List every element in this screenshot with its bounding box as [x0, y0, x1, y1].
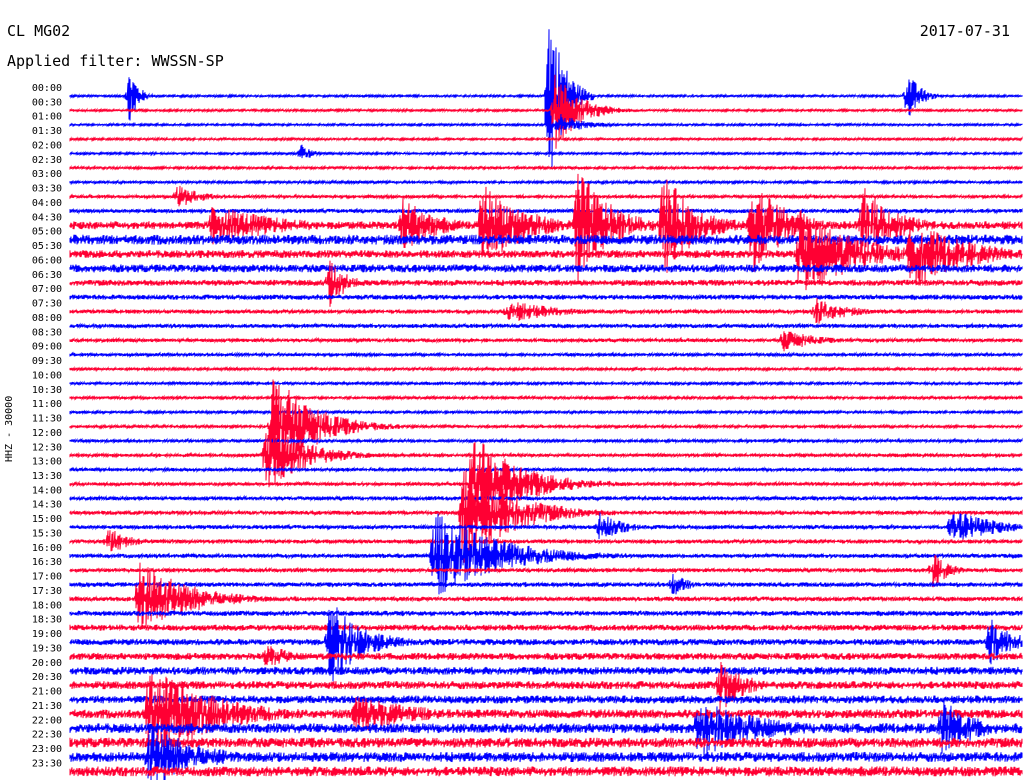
hour-label-group: 00:00 00:30 01:00 01:30 02:00 02:30 03:00 03:30… [32, 83, 62, 769]
seismic-trace [69, 351, 1023, 359]
hour-tick-label: 12:00 [32, 428, 62, 439]
hour-tick-label: 04:30 [32, 212, 62, 223]
hour-tick-label: 20:30 [32, 672, 62, 683]
seismic-trace [69, 293, 1023, 301]
hour-tick-label: 06:00 [32, 255, 62, 266]
hour-tick-label: 02:00 [32, 140, 62, 151]
hour-tick-label: 08:30 [32, 327, 62, 338]
seismic-trace [69, 322, 1023, 330]
hour-tick-label: 01:30 [32, 126, 62, 137]
hour-tick-label: 21:30 [32, 701, 62, 712]
seismic-trace [69, 530, 1023, 552]
hour-tick-label: 05:30 [32, 241, 62, 252]
seismic-trace [69, 737, 1023, 748]
seismic-trace [69, 144, 1023, 159]
seismic-trace [69, 437, 1023, 445]
seismic-trace [69, 379, 1023, 466]
hour-tick-label: 18:30 [32, 615, 62, 626]
hour-tick-label: 00:30 [32, 97, 62, 108]
seismic-trace [69, 365, 1023, 373]
hour-tick-label: 19:30 [32, 643, 62, 654]
hour-tick-label: 15:30 [32, 528, 62, 539]
hour-tick-label: 16:30 [32, 557, 62, 568]
hour-tick-label: 09:00 [32, 342, 62, 353]
hour-tick-label: 13:00 [32, 457, 62, 468]
seismic-trace [69, 700, 1023, 756]
seismic-trace [69, 666, 1023, 675]
hour-tick-label: 11:30 [32, 414, 62, 425]
trace-group [69, 29, 1023, 780]
hour-tick-label: 11:00 [32, 399, 62, 410]
seismic-trace [69, 178, 1023, 186]
hour-tick-label: 12:30 [32, 442, 62, 453]
seismic-trace [69, 164, 1023, 171]
seismic-trace [69, 573, 1023, 595]
seismic-trace [69, 136, 1023, 143]
hour-tick-label: 21:00 [32, 687, 62, 698]
seismic-trace [69, 298, 1023, 324]
hour-tick-label: 15:00 [32, 514, 62, 525]
seismic-trace [69, 394, 1023, 402]
hour-tick-label: 22:00 [32, 715, 62, 726]
hour-tick-label: 09:30 [32, 356, 62, 367]
seismic-trace [69, 562, 1023, 628]
seismic-trace [69, 185, 1023, 207]
hour-tick-label: 03:30 [32, 184, 62, 195]
seismic-trace [69, 695, 1023, 704]
hour-tick-label: 03:00 [32, 169, 62, 180]
hour-tick-label: 05:00 [32, 227, 62, 238]
seismic-trace [69, 264, 1023, 273]
hour-tick-label: 10:00 [32, 370, 62, 381]
hour-tick-label: 17:00 [32, 572, 62, 583]
hour-tick-label: 00:00 [32, 83, 62, 94]
seismic-trace [69, 466, 1023, 474]
hour-tick-label: 07:00 [32, 284, 62, 295]
hour-tick-label: 16:00 [32, 543, 62, 554]
seismic-trace [69, 554, 1023, 588]
seismic-trace [69, 609, 1023, 617]
hour-tick-label: 08:00 [32, 313, 62, 324]
hour-tick-label: 13:30 [32, 471, 62, 482]
hour-tick-label: 01:00 [32, 112, 62, 123]
hour-tick-label: 18:00 [32, 600, 62, 611]
hour-tick-label: 20:00 [32, 658, 62, 669]
hour-tick-label: 19:00 [32, 629, 62, 640]
seismic-trace [69, 380, 1023, 387]
hour-tick-label: 14:00 [32, 485, 62, 496]
hour-tick-label: 07:30 [32, 299, 62, 310]
seismic-trace [69, 427, 1023, 488]
hour-tick-label: 23:00 [32, 744, 62, 755]
hour-tick-label: 23:30 [32, 758, 62, 769]
seismic-trace [69, 29, 1023, 168]
hour-tick-label: 17:30 [32, 586, 62, 597]
hour-tick-label: 22:30 [32, 730, 62, 741]
seismic-trace [69, 623, 1023, 632]
hour-tick-label: 06:30 [32, 270, 62, 281]
seismic-trace [69, 494, 1023, 502]
hour-tick-label: 10:30 [32, 385, 62, 396]
hour-tick-label: 04:00 [32, 198, 62, 209]
hour-tick-label: 02:30 [32, 155, 62, 166]
seismic-trace [69, 766, 1023, 777]
seismic-trace [69, 408, 1023, 416]
hour-tick-label: 14:30 [32, 500, 62, 511]
seismogram-plot: 00:00 00:30 01:00 01:30 02:00 02:30 03:00 03:30… [32, 29, 1023, 780]
seismic-trace [69, 331, 1023, 352]
helicorder-view: CL MG02 Applied filter: WWSSN-SP 2017-07… [0, 0, 1024, 780]
seismic-trace [69, 646, 1023, 666]
